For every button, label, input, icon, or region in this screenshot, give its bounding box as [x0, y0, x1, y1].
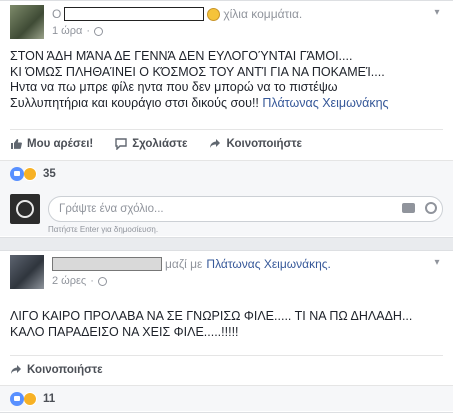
author-avatar[interactable]: [10, 255, 44, 289]
sad-reaction-icon: [23, 166, 37, 181]
like-label: Μου αρέσει!: [27, 137, 94, 150]
reactions-bar[interactable]: 11: [0, 385, 453, 411]
share-button[interactable]: Κοινοποιήστε: [209, 138, 302, 150]
post-line: Ηντα να πω μπρε φίλε ηντα που δεν μπορώ …: [10, 80, 338, 94]
chevron-down-icon[interactable]: ▾: [431, 257, 443, 269]
share-label: Κοινοποιήστε: [226, 137, 303, 150]
comment-button[interactable]: Σχολιάστε: [115, 138, 187, 150]
timestamp-text: 1 ώρα: [52, 25, 83, 37]
post-line: Συλλυπητήρια και κουράγιο στσι δικούς σο…: [10, 96, 443, 112]
comment-label: Σχολιάστε: [132, 137, 188, 150]
like-button[interactable]: Μου αρέσει!: [10, 138, 93, 150]
like-reaction-icon: [10, 391, 24, 406]
thumbs-up-icon: [11, 138, 22, 149]
tagged-person-link[interactable]: Πλάτωνας Χειμωνάκης.: [206, 257, 330, 271]
post-timestamp[interactable]: 1 ώρα ·: [52, 25, 104, 37]
comment-input[interactable]: Γράψτε ένα σχόλιο...: [48, 196, 443, 222]
author-avatar[interactable]: [10, 5, 44, 39]
post-line: ΚΑΛΟ ΠΑΡΑΔΕΙΣΟ ΝΑ ΧΕΙΣ ΦΙΛΕ.....!!!!!: [10, 324, 239, 339]
feeling-text: χίλια κομμάτια.: [223, 7, 303, 21]
post-body: ΣΤΟΝ ΆΔΗ ΜΆΝΑ ΔΕ ΓΕΝΝΆ ΔΕΝ ΕΥΛΟΓΟΎΝΤΑΙ Γ…: [0, 45, 453, 111]
post-author-line: O χίλια κομμάτια.: [52, 7, 302, 21]
enter-hint: Πατήστε Enter για δημοσίευση.: [48, 225, 159, 234]
author-initial[interactable]: O: [52, 7, 61, 21]
post-actions: Κοινοποιήστε: [10, 355, 443, 383]
with-text: μαζί με: [165, 257, 203, 271]
post-card: μαζί με Πλάτωνας Χειμωνάκης. 2 ώρες · ▾ …: [0, 250, 453, 413]
like-reaction-icon: [10, 166, 24, 181]
redacted-name: [64, 7, 205, 21]
post-author-line: μαζί με Πλάτωνας Χειμωνάκης.: [52, 257, 331, 271]
sad-face-icon: [207, 7, 221, 21]
camera-icon[interactable]: [402, 203, 415, 213]
share-arrow-icon: [210, 138, 221, 148]
post-card: O χίλια κομμάτια. 1 ώρα · ▾ ΣΤΟΝ ΆΔΗ ΜΆΝ…: [0, 0, 453, 238]
post-line: ΚΙ ΌΜΩΣ ΠΛΗΘΑΊΝΕΙ Ο ΚΌΣΜΟΣ ΤΟΥ ΑΝΤΊ ΓΙΑ …: [10, 64, 385, 79]
viewer-avatar: [10, 194, 40, 224]
share-button[interactable]: Κοινοποιήστε: [10, 364, 103, 376]
emoji-icon[interactable]: [425, 202, 437, 214]
post-line: ΣΤΟΝ ΆΔΗ ΜΆΝΑ ΔΕ ΓΕΝΝΆ ΔΕΝ ΕΥΛΟΓΟΎΝΤΑΙ Γ…: [10, 49, 353, 63]
redacted-name: [52, 257, 162, 271]
sad-reaction-icon: [23, 391, 37, 406]
chevron-down-icon[interactable]: ▾: [431, 7, 443, 19]
share-label: Κοινοποιήστε: [27, 363, 103, 376]
post-line-text: Συλλυπητήρια και κουράγιο στσι δικούς σο…: [10, 95, 259, 110]
post-timestamp[interactable]: 2 ώρες ·: [52, 275, 107, 287]
post-header: O χίλια κομμάτια. 1 ώρα · ▾: [0, 1, 453, 45]
globe-icon: [94, 26, 104, 36]
post-actions: Μου αρέσει! Σχολιάστε Κοινοποιήστε: [10, 129, 443, 157]
reactions-bar[interactable]: 35: [0, 160, 453, 186]
globe-icon: [97, 276, 107, 286]
post-header: μαζί με Πλάτωνας Χειμωνάκης. 2 ώρες · ▾: [0, 251, 453, 295]
reaction-count[interactable]: 11: [43, 393, 55, 405]
comment-bubble-icon: [115, 137, 127, 150]
post-line: ΛΙΓΟ ΚΑΙΡΟ ΠΡΟΛΑΒΑ ΝΑ ΣΕ ΓΝΩΡΙΣΩ ΦΙΛΕ...…: [10, 309, 413, 323]
news-feed: O χίλια κομμάτια. 1 ώρα · ▾ ΣΤΟΝ ΆΔΗ ΜΆΝ…: [0, 0, 453, 413]
reaction-count[interactable]: 35: [43, 168, 56, 180]
share-arrow-icon: [11, 364, 21, 374]
timestamp-text: 2 ώρες: [52, 275, 87, 287]
post-body: ΛΙΓΟ ΚΑΙΡΟ ΠΡΟΛΑΒΑ ΝΑ ΣΕ ΓΝΩΡΙΣΩ ΦΙΛΕ...…: [0, 295, 453, 340]
tagged-person-link[interactable]: Πλάτωνας Χειμωνάκης: [262, 96, 388, 110]
